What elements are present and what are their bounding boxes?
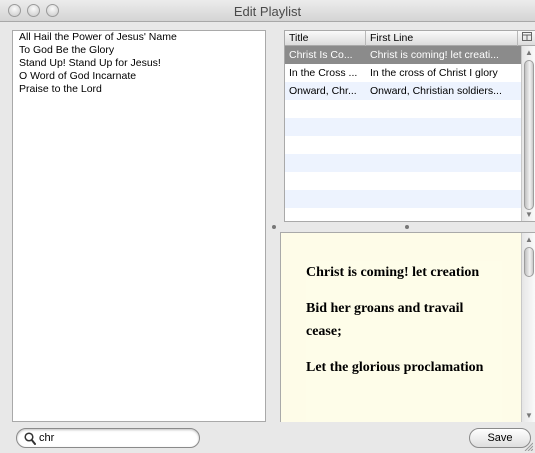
- table-row[interactable]: Onward, Chr... Onward, Christian soldier…: [285, 82, 522, 100]
- empty-row: [285, 190, 522, 208]
- row-first-line: In the cross of Christ I glory: [370, 67, 498, 79]
- lyric-line: Christ is coming! let creation: [306, 265, 480, 280]
- playlist-item[interactable]: Praise to the Lord: [13, 83, 265, 96]
- column-picker-icon[interactable]: [518, 31, 535, 46]
- lyric-line: Let the glorious proclamation: [306, 360, 484, 375]
- table-row[interactable]: Christ Is Co... Christ is coming! let cr…: [285, 46, 522, 64]
- row-title: Onward, Chr...: [289, 85, 357, 97]
- empty-row: [285, 208, 522, 221]
- lyric-line: Bid her groans and travail cease;: [306, 301, 464, 339]
- playlist-item[interactable]: O Word of God Incarnate: [13, 70, 265, 83]
- scroll-thumb[interactable]: [524, 247, 534, 277]
- table-body: Christ Is Co... Christ is coming! let cr…: [285, 46, 522, 221]
- playlist-list[interactable]: All Hail the Power of Jesus' Name To God…: [12, 30, 266, 422]
- empty-row: [285, 100, 522, 118]
- scroll-up-arrow-icon[interactable]: ▲: [522, 48, 535, 58]
- splitter-handle-icon[interactable]: [272, 225, 276, 229]
- save-button[interactable]: Save: [469, 428, 531, 448]
- search-field[interactable]: chr: [16, 428, 200, 448]
- column-header-first-line[interactable]: First Line: [366, 31, 518, 46]
- lyrics-page: Christ is coming! let creation Bid her g…: [306, 261, 502, 422]
- splitter-handle-icon[interactable]: [405, 225, 409, 229]
- search-input[interactable]: chr: [39, 432, 54, 444]
- edit-playlist-window: Edit Playlist All Hail the Power of Jesu…: [0, 0, 535, 453]
- preview-scrollbar[interactable]: ▲ ▼: [521, 233, 535, 422]
- search-icon: [24, 432, 36, 445]
- playlist-item[interactable]: All Hail the Power of Jesus' Name: [13, 31, 265, 44]
- song-results-table[interactable]: Title First Line Christ Is Co... Christ …: [284, 30, 535, 222]
- row-first-line: Onward, Christian soldiers...: [370, 85, 502, 97]
- scroll-thumb[interactable]: [524, 60, 534, 210]
- empty-row: [285, 154, 522, 172]
- table-row[interactable]: In the Cross ... In the cross of Christ …: [285, 64, 522, 82]
- title-bar: Edit Playlist: [0, 0, 535, 22]
- pane-splitter[interactable]: [272, 222, 535, 232]
- playlist-item[interactable]: To God Be the Glory: [13, 44, 265, 57]
- resize-grip-icon[interactable]: [523, 441, 533, 451]
- lyrics-preview[interactable]: Christ is coming! let creation Bid her g…: [280, 232, 535, 422]
- table-header: Title First Line: [285, 31, 535, 46]
- column-header-title[interactable]: Title: [285, 31, 366, 46]
- scroll-down-arrow-icon[interactable]: ▼: [522, 411, 535, 421]
- empty-row: [285, 172, 522, 190]
- row-title: Christ Is Co...: [289, 49, 353, 61]
- window-title: Edit Playlist: [233, 4, 302, 19]
- scroll-down-arrow-icon[interactable]: ▼: [522, 210, 535, 220]
- row-title: In the Cross ...: [289, 67, 358, 79]
- empty-row: [285, 136, 522, 154]
- empty-row: [285, 118, 522, 136]
- scroll-up-arrow-icon[interactable]: ▲: [522, 235, 535, 245]
- playlist-item[interactable]: Stand Up! Stand Up for Jesus!: [13, 57, 265, 70]
- row-first-line: Christ is coming! let creati...: [370, 49, 499, 61]
- table-scrollbar[interactable]: ▲ ▼: [521, 46, 535, 221]
